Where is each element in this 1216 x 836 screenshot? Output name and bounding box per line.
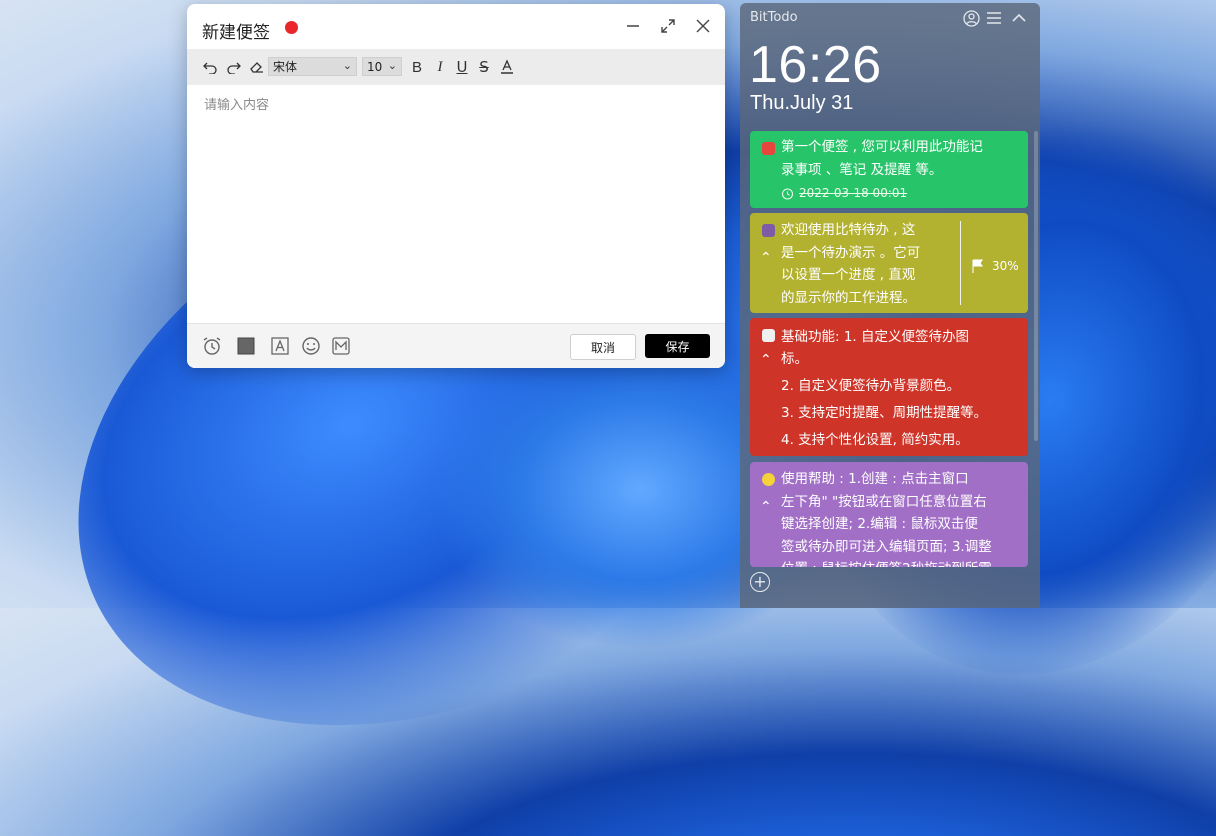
- note-line: 位置 : 鼠标按住便签2秒拖动到所需: [781, 558, 992, 567]
- note-line: 4. 支持个性化设置, 简约实用。: [781, 432, 969, 448]
- note-text: 使用帮助 : 1.创建 : 点击主窗口 左下角" "按钮或在窗口任意位置右 键选…: [781, 468, 992, 567]
- todo-line: 是一个待办演示 。它可: [781, 244, 921, 261]
- reminder-row: 2022-03-18 00:01: [781, 182, 907, 205]
- text-color-button[interactable]: [497, 57, 517, 77]
- clear-format-button[interactable]: [246, 57, 266, 77]
- note-line: 3. 支持定时提醒、周期性提醒等。: [781, 405, 988, 421]
- undo-icon: [202, 62, 217, 74]
- user-circle-icon: [962, 9, 980, 27]
- markdown-button[interactable]: [330, 335, 352, 357]
- underline-button[interactable]: U: [452, 57, 472, 77]
- close-button[interactable]: [691, 14, 715, 38]
- font-family-select[interactable]: 宋体 ⌄: [268, 57, 357, 76]
- bittodo-panel: BitTodo 16:26 Thu.July 31 第一个便签 , 您可以利用此…: [740, 3, 1040, 608]
- color-button[interactable]: [235, 335, 257, 357]
- minimize-button[interactable]: [621, 14, 645, 38]
- strikethrough-button[interactable]: S: [474, 57, 494, 77]
- note-card[interactable]: ⌃ 基础功能: 1. 自定义便签待办图 标。 2. 自定义便签待办背景颜色。 3…: [750, 318, 1028, 456]
- clock-date: Thu.July 31: [750, 92, 854, 114]
- chevron-up-icon[interactable]: ⌃: [760, 247, 772, 270]
- minimize-icon: [627, 25, 639, 27]
- markdown-icon: [332, 337, 350, 355]
- note-line: 录事项 、笔记 及提醒 等。: [781, 161, 943, 178]
- window-title: 新建便签: [202, 23, 270, 43]
- editor-footer: 取消 保存: [187, 323, 725, 368]
- pin-icon: [761, 138, 776, 161]
- progress-divider: [960, 221, 961, 305]
- todo-card[interactable]: ⌃ 欢迎使用比特待办 , 这 是一个待办演示 。它可 以设置一个进度 , 直观 …: [750, 213, 1028, 313]
- menu-button[interactable]: [985, 9, 1003, 27]
- reminder-button[interactable]: [201, 335, 223, 357]
- font-size-value: 10: [367, 59, 383, 74]
- app-name: BitTodo: [750, 10, 798, 25]
- font-family-value: 宋体: [273, 60, 298, 74]
- note-line: 签或待办即可进入编辑页面; 3.调整: [781, 538, 992, 555]
- progress-indicator[interactable]: 30%: [972, 255, 1019, 278]
- flag-icon: [972, 259, 984, 273]
- note-line: 基础功能: 1. 自定义便签待办图: [781, 329, 970, 345]
- eraser-icon: [249, 62, 263, 73]
- font-style-button[interactable]: [269, 335, 291, 357]
- todo-line: 的显示你的工作进程。: [781, 289, 916, 306]
- progress-value: 30%: [992, 259, 1019, 273]
- note-line: 2. 自定义便签待办背景颜色。: [781, 378, 961, 394]
- italic-icon: I: [437, 58, 443, 75]
- expand-icon: [661, 19, 675, 33]
- chevron-up-icon[interactable]: ⌃: [760, 496, 772, 519]
- add-note-button[interactable]: +: [750, 572, 770, 592]
- format-toolbar: 宋体 ⌄ 10 ⌄ B I U S: [187, 49, 725, 85]
- bold-icon: B: [411, 58, 422, 76]
- color-square-icon: [237, 337, 255, 355]
- emoji-button[interactable]: [300, 335, 322, 357]
- note-line: 键选择创建; 2.编辑 : 鼠标双击便: [781, 516, 978, 532]
- text-color-icon: [501, 59, 513, 74]
- clock-time: 16:26: [749, 36, 882, 94]
- content-placeholder: 请输入内容: [204, 98, 270, 113]
- font-size-select[interactable]: 10 ⌄: [362, 57, 402, 76]
- redo-icon: [226, 62, 241, 74]
- undo-button[interactable]: [200, 57, 220, 77]
- scrollbar[interactable]: [1034, 131, 1038, 441]
- italic-button[interactable]: I: [430, 57, 450, 77]
- chevron-up-icon: [1012, 13, 1026, 22]
- alarm-clock-icon: [203, 337, 221, 355]
- note-content-area[interactable]: 请输入内容: [187, 85, 725, 323]
- reminder-time: 2022-03-18 00:01: [799, 186, 908, 200]
- hamburger-menu-icon: [987, 12, 1001, 24]
- lightbulb-icon: [761, 469, 776, 492]
- chevron-down-icon: ⌄: [387, 59, 397, 72]
- note-editor-window: 新建便签 宋体 ⌄ 10 ⌄ B I U S 请输入内容 取消 保存: [187, 4, 725, 368]
- note-line: 第一个便签 , 您可以利用此功能记: [781, 139, 983, 155]
- chevron-up-icon[interactable]: ⌃: [760, 349, 772, 372]
- text-box-icon: [271, 337, 289, 355]
- note-text: 基础功能: 1. 自定义便签待办图 标。 2. 自定义便签待办背景颜色。 3. …: [781, 324, 987, 454]
- todo-line: 欢迎使用比特待办 , 这: [781, 222, 916, 238]
- save-button[interactable]: 保存: [645, 334, 710, 358]
- books-icon: [761, 220, 776, 243]
- note-card[interactable]: ⌃ 使用帮助 : 1.创建 : 点击主窗口 左下角" "按钮或在窗口任意位置右 …: [750, 462, 1028, 567]
- note-text: 第一个便签 , 您可以利用此功能记 录事项 、笔记 及提醒 等。: [781, 136, 983, 181]
- note-card[interactable]: 第一个便签 , 您可以利用此功能记 录事项 、笔记 及提醒 等。 2022-03…: [750, 131, 1028, 208]
- note-line: 使用帮助 : 1.创建 : 点击主窗口: [781, 471, 969, 487]
- strikethrough-icon: S: [479, 58, 489, 76]
- maximize-button[interactable]: [656, 14, 680, 38]
- bold-button[interactable]: B: [407, 57, 427, 77]
- plus-circle-icon: +: [753, 572, 767, 591]
- status-dot: [285, 21, 298, 34]
- alarm-clock-icon: [781, 188, 794, 200]
- smiley-icon: [302, 337, 320, 355]
- collapse-button[interactable]: [1010, 9, 1028, 27]
- close-icon: [696, 19, 710, 33]
- cancel-button[interactable]: 取消: [570, 334, 636, 360]
- account-button[interactable]: [962, 9, 980, 27]
- todo-text: 欢迎使用比特待办 , 这 是一个待办演示 。它可 以设置一个进度 , 直观 的显…: [781, 219, 920, 309]
- note-line: 左下角" "按钮或在窗口任意位置右: [781, 493, 987, 510]
- todo-line: 以设置一个进度 , 直观: [781, 267, 916, 283]
- redo-button[interactable]: [223, 57, 243, 77]
- chevron-down-icon: ⌄: [342, 59, 352, 72]
- megaphone-icon: [761, 325, 776, 348]
- underline-icon: U: [456, 58, 468, 76]
